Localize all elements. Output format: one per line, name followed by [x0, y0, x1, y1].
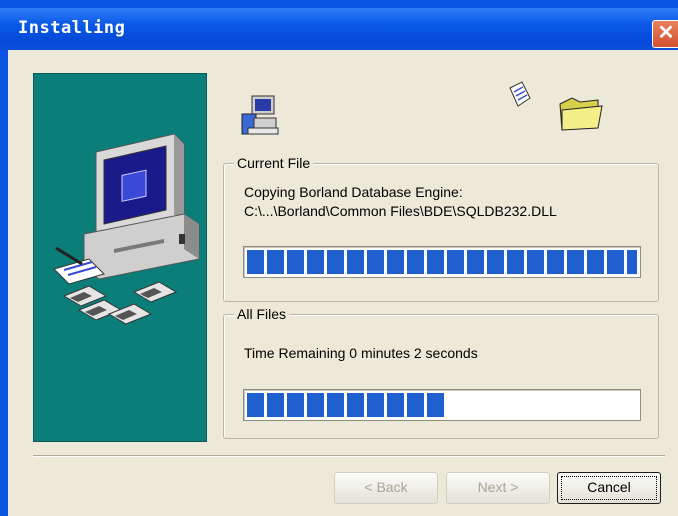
current-file-path: C:\...\Borland\Common Files\BDE\SQLDB232…: [244, 203, 557, 219]
current-file-legend: Current File: [234, 155, 314, 171]
setup-computer-icon: [241, 95, 279, 135]
folder-icon: [559, 97, 603, 131]
all-files-progress-fill: [247, 393, 444, 417]
current-file-progress-bar: [243, 246, 641, 278]
close-button[interactable]: ✕: [652, 20, 678, 48]
time-remaining-text: Time Remaining 0 minutes 2 seconds: [244, 345, 478, 361]
next-button[interactable]: Next >: [446, 472, 550, 504]
all-files-legend: All Files: [234, 306, 290, 322]
back-button[interactable]: < Back: [334, 472, 438, 504]
window-title: Installing: [18, 18, 126, 38]
current-file-progress-fill: [247, 250, 637, 274]
side-banner: [33, 73, 207, 442]
installer-window: Installing ✕ Current File Copying Borlan…: [0, 0, 678, 516]
title-bar[interactable]: Installing ✕: [0, 8, 678, 50]
all-files-progress-bar: [243, 389, 641, 421]
cancel-button[interactable]: Cancel: [557, 472, 661, 504]
close-icon: ✕: [657, 22, 675, 44]
dialog-client-area: Current File Copying Borland Database En…: [8, 50, 678, 516]
focus-ring: [561, 476, 657, 500]
floppy-disks-icon: [62, 281, 178, 325]
current-file-group: Current File Copying Borland Database En…: [223, 155, 659, 302]
button-separator: [33, 455, 665, 457]
document-icon: [509, 81, 531, 107]
current-file-action: Copying Borland Database Engine:: [244, 184, 463, 200]
all-files-group: All Files Time Remaining 0 minutes 2 sec…: [223, 306, 659, 439]
